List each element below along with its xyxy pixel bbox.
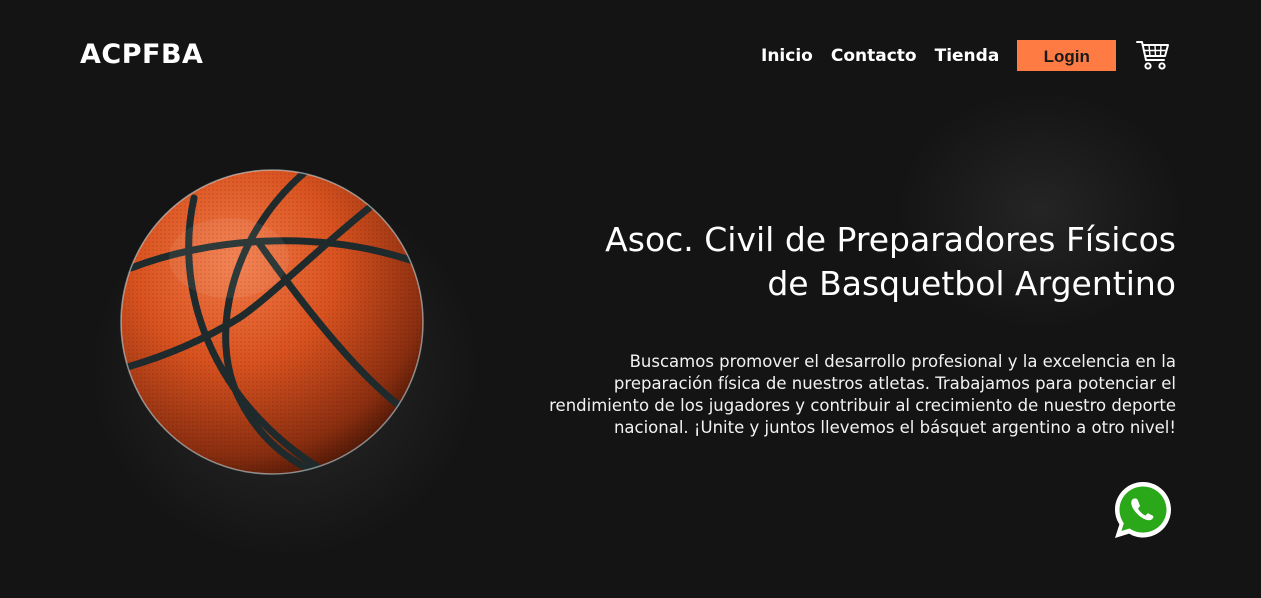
login-button[interactable]: Login	[1017, 40, 1117, 71]
main-nav: Inicio Contacto Tienda Login	[761, 40, 1117, 71]
hero-title-line-1: Asoc. Civil de Preparadores Físicos	[605, 220, 1176, 259]
page: ACPFBA Inicio Contacto Tienda Login Asoc…	[0, 0, 1261, 598]
whatsapp-icon[interactable]	[1112, 479, 1174, 541]
hero-title-line-2: de Basquetbol Argentino	[767, 264, 1176, 303]
hero-description: Buscamos promover el desarrollo profesio…	[549, 352, 1176, 437]
basketball-image	[119, 168, 425, 476]
hero-title: Asoc. Civil de Preparadores Físicos de B…	[476, 218, 1176, 306]
brand-logo[interactable]: ACPFBA	[80, 38, 203, 72]
nav-item-inicio[interactable]: Inicio	[761, 41, 813, 71]
nav-item-tienda[interactable]: Tienda	[935, 41, 1000, 71]
shopping-cart-icon[interactable]	[1136, 39, 1170, 71]
nav-item-contacto[interactable]: Contacto	[831, 41, 917, 71]
